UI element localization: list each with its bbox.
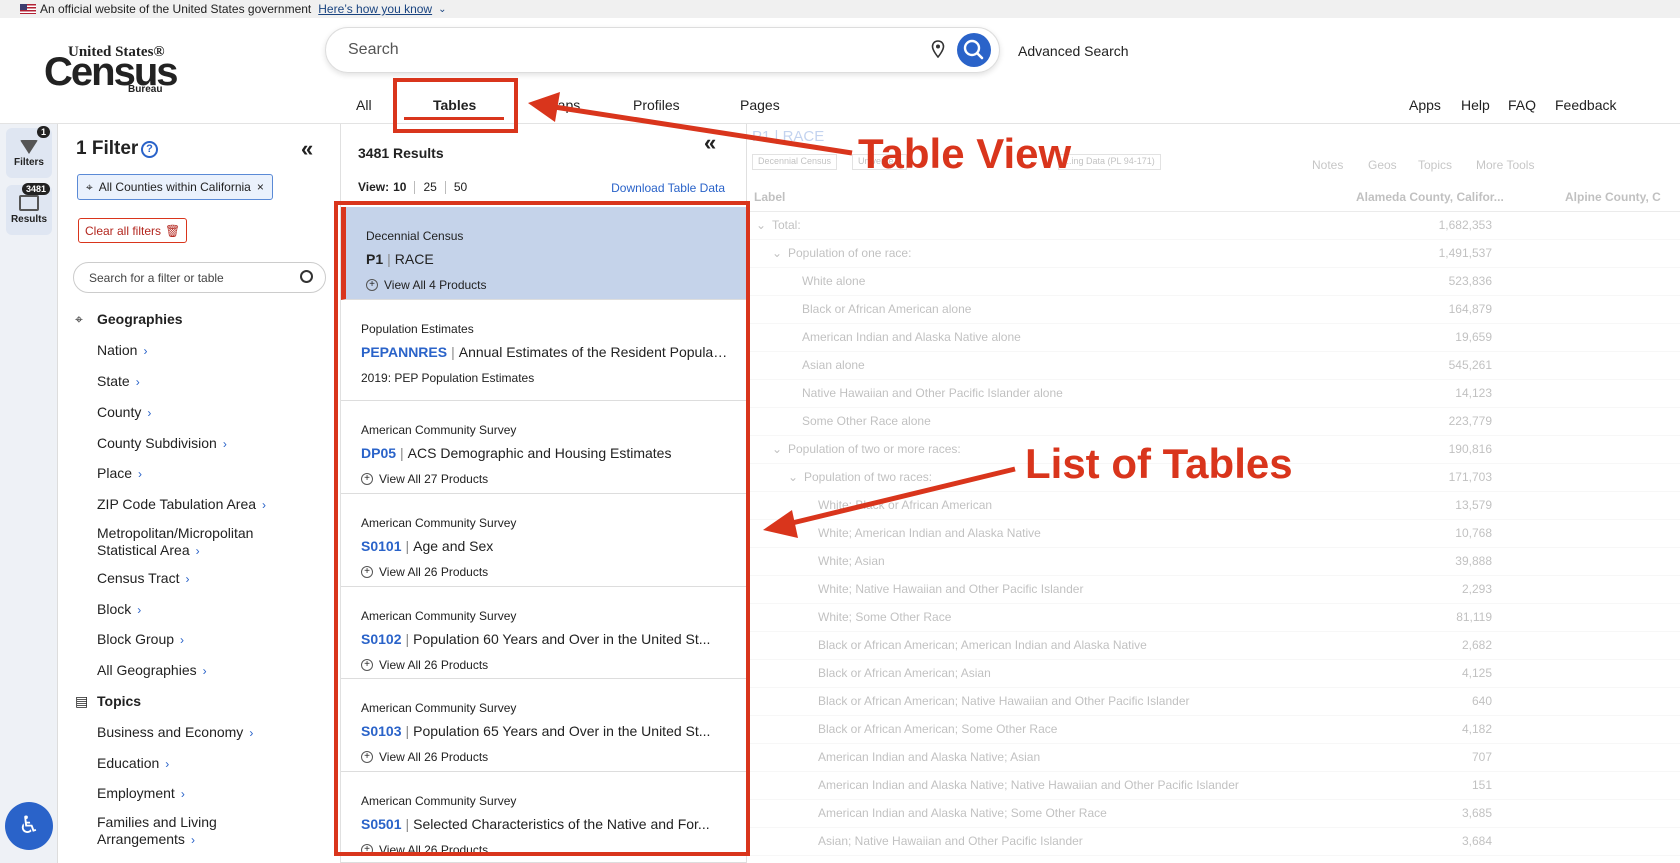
arrow-head-icon — [763, 510, 798, 538]
annotation-arrow-list-of-tables — [787, 466, 1016, 527]
annotation-arrow-table-view — [547, 103, 853, 156]
arrow-head-icon — [528, 92, 560, 122]
annotation-arrows — [528, 92, 1016, 538]
